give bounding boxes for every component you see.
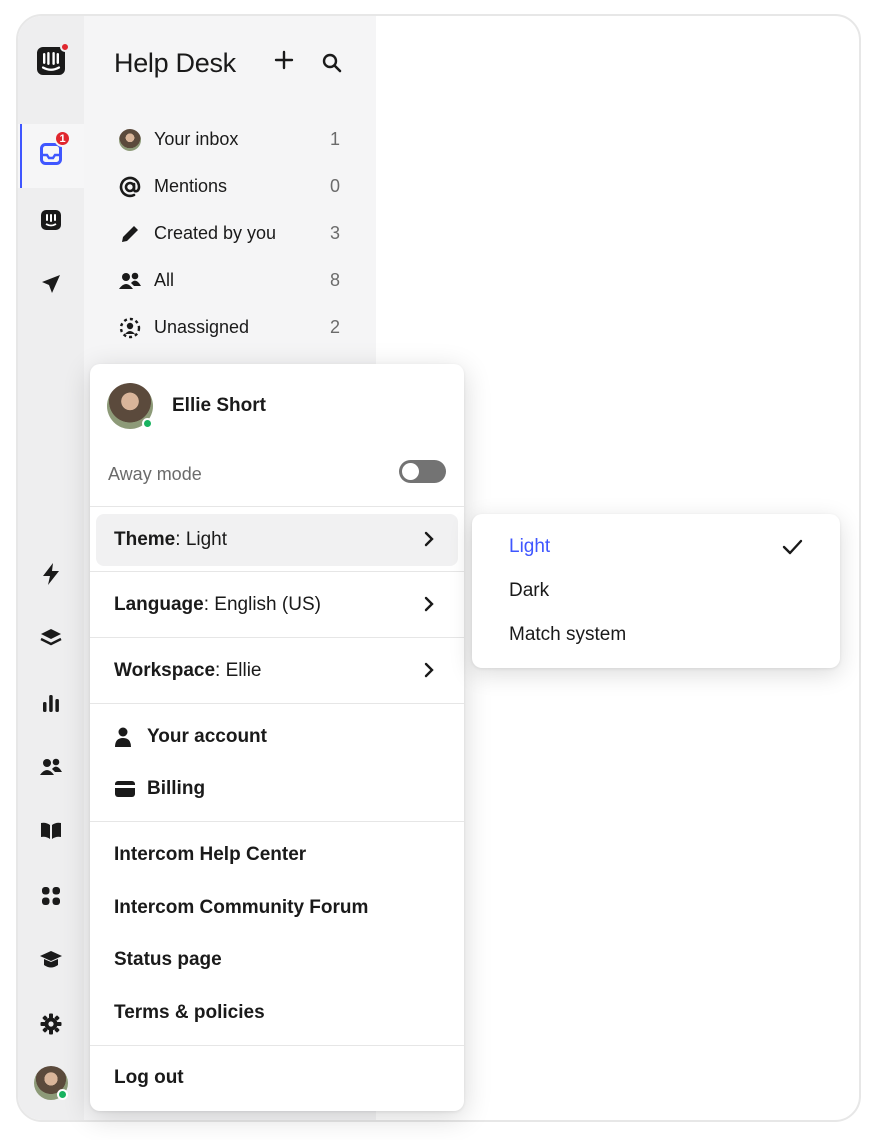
rail-outbound[interactable] (18, 266, 84, 306)
nav-unassigned[interactable]: Unassigned 2 (118, 304, 340, 351)
theme-option-dark[interactable]: Dark (509, 580, 549, 602)
theme-option-match-system[interactable]: Match system (509, 624, 626, 646)
workspace-menu-item[interactable]: Workspace: Ellie (96, 645, 458, 697)
away-mode-label: Away mode (108, 464, 202, 484)
rail-fin[interactable] (18, 202, 84, 242)
bar-chart-icon (41, 693, 61, 718)
profile-menu: Ellie Short Away mode Theme: Light Langu… (90, 364, 464, 1111)
logout-button[interactable]: Log out (114, 1067, 184, 1089)
billing-menu-item[interactable]: Billing (96, 763, 458, 815)
lightning-icon (42, 562, 60, 590)
nav-count: 2 (329, 317, 340, 337)
avatar-icon (118, 128, 142, 152)
gear-icon (40, 1013, 62, 1040)
rail-reports[interactable] (18, 685, 84, 725)
language-value: English (US) (214, 594, 321, 615)
workspace-key: Workspace (114, 660, 216, 681)
divider (90, 703, 464, 704)
chevron-right-icon (424, 531, 434, 547)
user-name: Ellie Short (172, 395, 266, 416)
rail-knowledge[interactable] (18, 620, 84, 660)
fin-icon (40, 209, 62, 236)
nav-label: Created by you (154, 223, 277, 243)
page-title: Help Desk (114, 48, 236, 78)
theme-key: Theme (114, 529, 176, 550)
notification-dot (60, 42, 70, 52)
nav-mentions[interactable]: Mentions 0 (118, 163, 340, 210)
pencil-icon (118, 222, 142, 246)
book-icon (40, 822, 62, 845)
inbox-icon (40, 142, 62, 170)
online-indicator (142, 418, 153, 429)
search-icon (322, 53, 342, 73)
inbox-nav: Your inbox 1 Mentions 0 Created by you 3… (118, 116, 340, 351)
language-menu-item[interactable]: Language: English (US) (96, 579, 458, 631)
language-key: Language (114, 594, 204, 615)
wallet-icon (114, 780, 136, 798)
menu-user-header: Ellie Short (107, 383, 266, 429)
help-center-link[interactable]: Intercom Help Center (114, 844, 306, 866)
left-rail: 1 (18, 16, 84, 1120)
nav-count: 3 (329, 223, 340, 243)
person-icon (114, 727, 136, 747)
community-forum-link[interactable]: Intercom Community Forum (114, 897, 368, 919)
away-mode-toggle[interactable] (399, 460, 446, 483)
nav-count: 0 (329, 176, 340, 196)
unassigned-icon (118, 316, 142, 340)
rail-help-center[interactable] (18, 813, 84, 853)
nav-all[interactable]: All 8 (118, 257, 340, 304)
nav-your-inbox[interactable]: Your inbox 1 (118, 116, 340, 163)
divider (90, 571, 464, 572)
graduation-cap-icon (39, 950, 63, 975)
paper-plane-icon (41, 274, 61, 299)
nav-count: 8 (329, 270, 340, 290)
divider (90, 637, 464, 638)
theme-menu-item[interactable]: Theme: Light (96, 514, 458, 566)
at-icon (118, 175, 142, 199)
status-page-link[interactable]: Status page (114, 949, 222, 971)
rail-apps[interactable] (18, 878, 84, 918)
apps-grid-icon (41, 886, 61, 911)
user-avatar (107, 383, 153, 429)
rail-contacts[interactable] (18, 749, 84, 789)
rail-automation[interactable] (18, 556, 84, 596)
nav-created-by-you[interactable]: Created by you 3 (118, 210, 340, 257)
nav-label: Unassigned (154, 317, 250, 337)
online-indicator (57, 1089, 68, 1100)
checkmark-icon (782, 539, 803, 555)
search-button[interactable] (322, 53, 342, 73)
your-account-label: Your account (147, 726, 267, 747)
theme-option-light[interactable]: Light (509, 536, 550, 558)
people-icon (39, 757, 63, 782)
theme-submenu: Light Dark Match system (472, 514, 840, 668)
layers-icon (40, 628, 62, 653)
divider (90, 1045, 464, 1046)
rail-academy[interactable] (18, 942, 84, 982)
plus-icon (274, 50, 294, 70)
theme-value: Light (185, 529, 228, 550)
new-conversation-button[interactable] (274, 46, 294, 76)
user-avatar[interactable] (34, 1066, 68, 1100)
divider (90, 821, 464, 822)
nav-label: All (154, 270, 175, 290)
nav-count: 1 (329, 129, 340, 149)
nav-label: Mentions (154, 176, 228, 196)
inbox-badge: 1 (54, 130, 71, 147)
rail-inbox[interactable]: 1 (18, 124, 84, 188)
your-account-menu-item[interactable]: Your account (96, 711, 458, 763)
intercom-logo-icon[interactable] (36, 42, 70, 76)
divider (90, 506, 464, 507)
terms-policies-link[interactable]: Terms & policies (114, 1002, 265, 1024)
chevron-right-icon (424, 596, 434, 612)
chevron-right-icon (424, 662, 434, 678)
nav-label: Your inbox (154, 129, 239, 149)
billing-label: Billing (147, 778, 206, 799)
rail-settings[interactable] (18, 1006, 84, 1046)
workspace-value: Ellie (225, 660, 262, 681)
people-icon (118, 269, 142, 293)
